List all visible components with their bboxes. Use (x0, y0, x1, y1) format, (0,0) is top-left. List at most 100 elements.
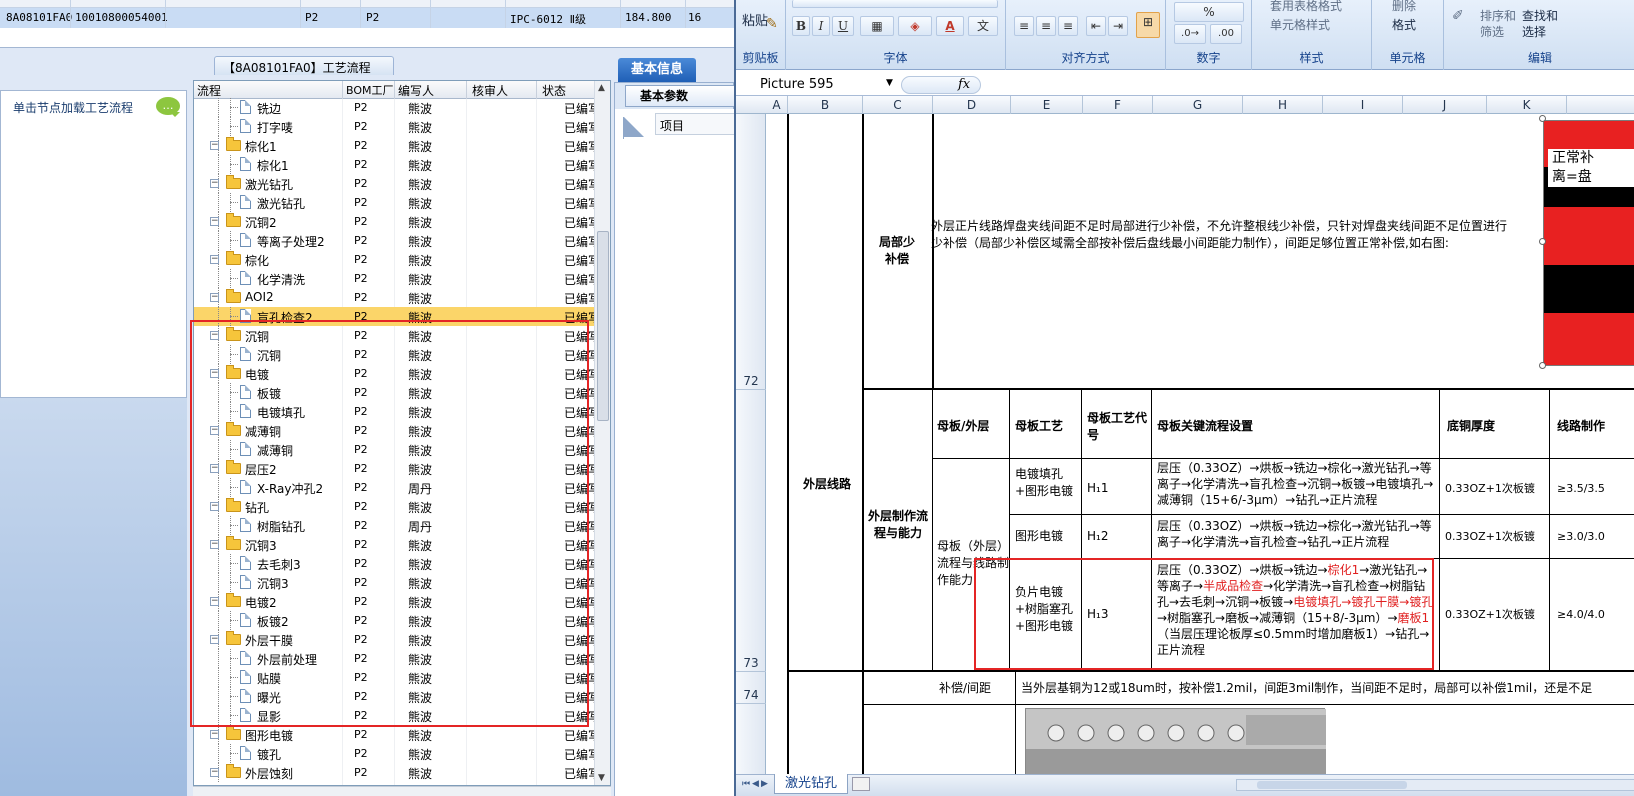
tree-folder-row[interactable]: − 钻孔 P2 熊波 已编写 (194, 497, 600, 516)
merge-center-icon[interactable]: ⊞ (1136, 12, 1160, 38)
clear-eraser-icon[interactable]: ✐ (1452, 8, 1464, 24)
tree-folder-row[interactable]: − 电镀2 P2 熊波 已编写 (194, 592, 600, 611)
column-header[interactable]: J (1403, 96, 1487, 114)
col-editor-header[interactable]: 编写人 (398, 82, 434, 99)
align-center-icon[interactable]: ≡ (1036, 16, 1056, 36)
cell-style-button[interactable]: 单元格样式 (1270, 16, 1330, 33)
tree-step-row[interactable]: 等离子处理2 P2 熊波 已编写 (194, 231, 600, 250)
collapse-toggle-icon[interactable]: − (210, 293, 219, 302)
tree-folder-row[interactable]: − 层压2 P2 熊波 已编写 (194, 459, 600, 478)
tree-step-row[interactable]: 树脂钻孔 P2 周丹 已编写 (194, 516, 600, 535)
cell-outer-line[interactable]: 外层线路 (795, 476, 859, 493)
border-button[interactable]: ▦ (860, 16, 894, 36)
column-header[interactable]: H (1243, 96, 1323, 114)
tree-step-row[interactable]: X-Ray冲孔2 P2 周丹 已编写 (194, 478, 600, 497)
collapse-toggle-icon[interactable]: − (210, 635, 219, 644)
collapse-toggle-icon[interactable]: − (210, 179, 219, 188)
collapse-toggle-icon[interactable]: − (210, 255, 219, 264)
tree-folder-row[interactable]: − 沉铜3 P2 熊波 已编写 (194, 535, 600, 554)
col-status-header[interactable]: 状态 (542, 82, 566, 99)
fx-icon[interactable]: fx (958, 77, 970, 92)
worksheet[interactable]: 正常补 离=盘 局部少补偿 外层正片线路焊盘夹线间距不足时局部进行少补偿，不允许整… (767, 114, 1634, 774)
tree-scroll-thumb[interactable] (597, 231, 609, 421)
collapse-toggle-icon[interactable]: − (210, 369, 219, 378)
align-left-icon[interactable]: ≡ (1014, 16, 1034, 36)
tree-scrollbar[interactable]: ▲ ▼ (594, 81, 610, 785)
fill-color-button[interactable]: ◈ (898, 16, 932, 36)
delete-button[interactable]: 删除 (1392, 0, 1416, 14)
tree-step-row[interactable]: 显影 P2 熊波 已编写 (194, 706, 600, 725)
tree-step-row[interactable]: 打字唛 P2 熊波 已编写 (194, 117, 600, 136)
paste-button[interactable]: 粘贴 (742, 10, 768, 29)
cell-r3-line[interactable]: ≥4.0/4.0 (1557, 606, 1634, 623)
font-color-button[interactable]: A (936, 16, 964, 36)
cell-r2-process[interactable]: 图形电镀 (1015, 528, 1077, 545)
phonetic-button[interactable]: 文 (968, 16, 998, 36)
tree-folder-row[interactable]: − AOI2 P2 熊波 已编写 (194, 288, 600, 307)
tree-folder-row[interactable]: − 棕化1 P2 熊波 已编写 (194, 136, 600, 155)
tree-step-row[interactable]: 铣边 P2 熊波 已编写 (194, 98, 600, 117)
cell-r3-process[interactable]: 负片电镀+树脂塞孔+图形电镀 (1015, 584, 1077, 635)
cell-r1-code[interactable]: H₁1 (1087, 480, 1147, 497)
collapse-toggle-icon[interactable]: − (210, 331, 219, 340)
cell-r3-flow[interactable]: 层压（0.33OZ）→烘板→铣边→棕化1→激光钻孔→等离子→半成品检查→化学清洗… (1157, 562, 1435, 658)
tree-step-row[interactable]: 沉铜3 P2 熊波 已编写 (194, 573, 600, 592)
column-header[interactable]: F (1083, 96, 1153, 114)
collapse-toggle-icon[interactable]: − (210, 141, 219, 150)
row-header[interactable]: 73 (736, 390, 766, 672)
cell-r3-code[interactable]: H₁3 (1087, 606, 1147, 623)
column-header[interactable]: E (1011, 96, 1083, 114)
cell-r3-copper[interactable]: 0.33OZ+1次板镀 (1445, 606, 1549, 623)
tree-folder-row[interactable]: − 沉铜 P2 熊波 已编写 (194, 326, 600, 345)
scroll-up-icon[interactable]: ▲ (598, 83, 605, 93)
underline-button[interactable]: U (832, 16, 854, 36)
tree-step-row[interactable]: 棕化1 P2 熊波 已编写 (194, 155, 600, 174)
insert-sheet-icon[interactable] (852, 777, 870, 791)
increase-decimal-icon[interactable]: .0→ (1174, 24, 1206, 44)
collapse-toggle-icon[interactable]: − (210, 502, 219, 511)
collapse-toggle-icon[interactable]: − (210, 540, 219, 549)
indent-increase-icon[interactable]: ⇥ (1108, 16, 1128, 36)
cell-r1-copper[interactable]: 0.33OZ+1次板镀 (1445, 480, 1549, 497)
tab-basic-info[interactable]: 基本信息 (618, 58, 696, 82)
tree-step-row[interactable]: 外层前处理 P2 熊波 已编写 (194, 649, 600, 668)
bold-button[interactable]: B (792, 16, 810, 36)
align-right-icon[interactable]: ≡ (1058, 16, 1078, 36)
collapse-toggle-icon[interactable]: − (210, 730, 219, 739)
column-header[interactable]: C (863, 96, 933, 114)
row-header[interactable]: 72 (736, 114, 766, 390)
col-flow-header[interactable]: 流程 (197, 82, 221, 99)
cell-comp-text[interactable]: 当外层基铜为12或18um时，按补偿1.2mil，间距3mil制作，当间距不足时… (1021, 680, 1634, 697)
col-reviewer-header[interactable]: 核审人 (472, 82, 508, 99)
order-grid-row[interactable]: 8A08101FA0 10010800054001 P2 P2 IPC-6012… (0, 8, 734, 28)
cell-local-comp[interactable]: 局部少补偿 (875, 234, 919, 268)
table-style-button[interactable]: 套用表格格式 (1270, 0, 1342, 14)
scroll-down-icon[interactable]: ▼ (598, 773, 605, 783)
tree-folder-row[interactable]: − 外层蚀刻 P2 熊波 已编写 (194, 763, 600, 782)
collapse-toggle-icon[interactable]: − (210, 464, 219, 473)
find-select-button[interactable]: 查找和选择 (1522, 8, 1562, 40)
collapse-toggle-icon[interactable]: − (210, 768, 219, 777)
tree-folder-row[interactable]: − 沉铜2 P2 熊波 已编写 (194, 212, 600, 231)
cell-comp-spacing[interactable]: 补偿/间距 (939, 680, 1013, 697)
tree-step-row[interactable]: 化学清洗 P2 熊波 已编写 (194, 269, 600, 288)
tree-step-row[interactable]: 减薄铜 P2 熊波 已编写 (194, 440, 600, 459)
cell-r2-code[interactable]: H₁2 (1087, 528, 1147, 545)
tree-step-row[interactable]: 去毛刺3 P2 熊波 已编写 (194, 554, 600, 573)
indent-decrease-icon[interactable]: ⇤ (1086, 16, 1106, 36)
cell-r2-line[interactable]: ≥3.0/3.0 (1557, 528, 1634, 545)
tree-step-row[interactable]: 板镀2 P2 熊波 已编写 (194, 611, 600, 630)
col-bom-header[interactable]: BOM工厂 (346, 82, 394, 98)
cell-flow-capability[interactable]: 外层制作流程与能力 (867, 508, 929, 542)
format-button[interactable]: 格式 (1392, 16, 1416, 33)
tree-step-row[interactable]: 盲孔检查2 P2 熊波 已编写 (194, 307, 600, 326)
format-painter-icon[interactable]: ✎ (766, 16, 778, 32)
tree-hscrollbar[interactable] (193, 786, 611, 796)
tree-step-row[interactable]: 沉铜 P2 熊波 已编写 (194, 345, 600, 364)
tree-step-row[interactable]: 激光钻孔 P2 熊波 已编写 (194, 193, 600, 212)
collapse-toggle-icon[interactable]: − (210, 426, 219, 435)
tree-folder-row[interactable]: − 电镀 P2 熊波 已编写 (194, 364, 600, 383)
tab-basic-params[interactable]: 基本参数 (625, 85, 734, 107)
column-header[interactable]: G (1153, 96, 1243, 114)
collapse-toggle-icon[interactable]: − (210, 217, 219, 226)
